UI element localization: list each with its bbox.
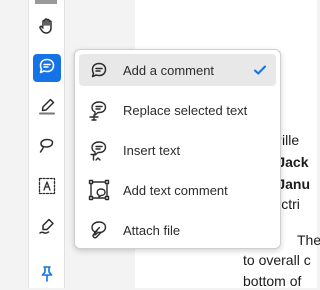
insert-text-icon <box>87 138 111 162</box>
replace-text-icon <box>87 98 111 122</box>
menu-item-label: Attach file <box>123 222 181 238</box>
highlighter-icon <box>37 96 57 121</box>
checkmark-icon <box>252 62 268 83</box>
text-box-tool-button[interactable] <box>33 174 61 202</box>
pin-tool-button[interactable] <box>33 262 61 290</box>
menu-item-label: Add text comment <box>123 182 228 198</box>
menu-item-label: Add a comment <box>123 62 215 78</box>
document-line: to overall c <box>243 252 311 268</box>
menu-item-attach-file[interactable]: Attach file <box>79 214 276 246</box>
text-box-icon <box>37 176 57 201</box>
menu-item-label: Replace selected text <box>123 102 248 118</box>
draw-tool-button[interactable] <box>33 134 61 162</box>
vertical-toolbar <box>28 0 65 288</box>
document-line: bottom of <box>243 273 302 289</box>
sign-tool-button[interactable] <box>33 214 61 242</box>
menu-item-replace-selected-text[interactable]: Replace selected text <box>79 94 276 126</box>
comment-icon <box>87 58 111 82</box>
comment-options-menu: Add a comment Replace selected text Inse… <box>74 49 281 249</box>
highlight-tool-button[interactable] <box>33 94 61 122</box>
menu-item-add-text-comment[interactable]: Add text comment <box>79 174 276 206</box>
text-comment-icon <box>87 178 111 202</box>
comment-icon <box>37 56 57 81</box>
hand-tool-button[interactable] <box>33 14 61 42</box>
hand-icon <box>37 16 57 41</box>
menu-item-label: Insert text <box>123 142 181 158</box>
menu-item-add-comment[interactable]: Add a comment <box>79 54 276 86</box>
toolbar-top-divider <box>35 0 57 4</box>
menu-item-insert-text[interactable]: Insert text <box>79 134 276 166</box>
pin-icon <box>37 264 57 289</box>
draw-lasso-icon <box>37 136 57 161</box>
comment-tool-button[interactable] <box>33 54 61 82</box>
pen-sign-icon <box>37 216 57 241</box>
document-line: The <box>297 232 320 248</box>
attach-file-icon <box>87 218 111 242</box>
